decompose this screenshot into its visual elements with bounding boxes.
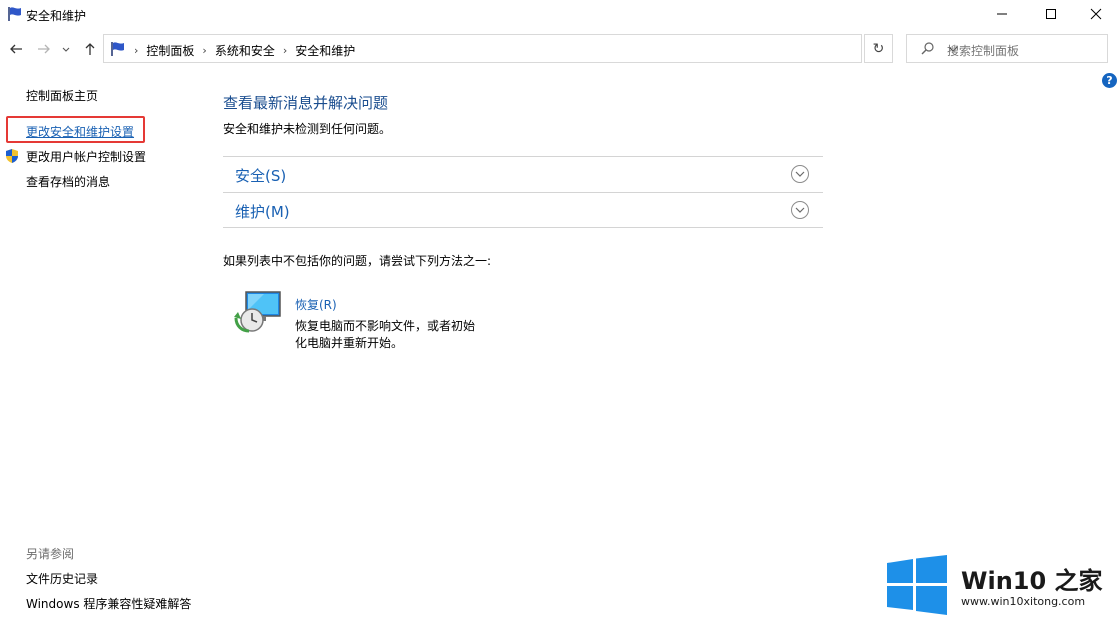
breadcrumb-separator-icon[interactable]: › bbox=[283, 44, 287, 57]
search-icon bbox=[921, 42, 934, 58]
change-uac-settings-link[interactable]: 更改用户帐户控制设置 bbox=[26, 148, 146, 165]
close-button[interactable] bbox=[1073, 0, 1117, 28]
control-panel-flag-icon bbox=[110, 41, 126, 60]
win10-brand-watermark: Win10 之家 www.win10xitong.com bbox=[885, 555, 1117, 627]
search-placeholder: 搜索控制面板 bbox=[947, 44, 1020, 58]
breadcrumb-system-security[interactable]: 系统和安全 bbox=[215, 42, 275, 59]
uac-shield-icon bbox=[4, 148, 20, 167]
forward-arrow-icon bbox=[38, 44, 50, 54]
recent-locations-button[interactable] bbox=[60, 40, 72, 58]
maximize-button[interactable] bbox=[1028, 0, 1074, 28]
compatibility-troubleshooter-link[interactable]: Windows 程序兼容性疑难解答 bbox=[26, 595, 191, 612]
close-icon bbox=[1090, 8, 1102, 20]
breadcrumb-security-maintenance[interactable]: 安全和维护 bbox=[295, 42, 355, 59]
flag-icon bbox=[7, 6, 23, 22]
recovery-link[interactable]: 恢复(R) bbox=[295, 296, 337, 313]
up-arrow-icon bbox=[85, 43, 95, 55]
breadcrumb-control-panel[interactable]: 控制面板 bbox=[146, 42, 194, 59]
brand-url: www.win10xitong.com bbox=[961, 595, 1086, 608]
recovery-icon bbox=[234, 288, 282, 337]
expand-chevron-icon[interactable] bbox=[791, 165, 809, 183]
status-message: 安全和维护未检测到任何问题。 bbox=[223, 122, 392, 136]
maintenance-section-header[interactable]: 维护(M) bbox=[223, 192, 823, 228]
window-title: 安全和维护 bbox=[26, 9, 87, 23]
view-archived-messages-link[interactable]: 查看存档的消息 bbox=[26, 173, 110, 190]
forward-button[interactable] bbox=[35, 40, 53, 58]
expand-chevron-icon[interactable] bbox=[791, 201, 809, 219]
refresh-icon: ↻ bbox=[872, 40, 885, 57]
up-button[interactable] bbox=[81, 40, 99, 58]
back-button[interactable] bbox=[7, 40, 25, 58]
maintenance-section-label: 维护(M) bbox=[235, 203, 290, 221]
breadcrumb-separator-icon[interactable]: › bbox=[202, 44, 206, 57]
control-panel-home-link[interactable]: 控制面板主页 bbox=[26, 87, 98, 104]
minimize-button[interactable] bbox=[979, 0, 1025, 28]
brand-name: Win10 之家 bbox=[961, 567, 1103, 595]
navigation-bar: › 控制面板 › 系统和安全 › 安全和维护 ↻ 搜索控制面板 bbox=[0, 34, 1117, 66]
change-security-maintenance-settings-link[interactable]: 更改安全和维护设置 bbox=[26, 123, 134, 140]
back-arrow-icon bbox=[10, 44, 22, 54]
minimize-icon bbox=[997, 13, 1007, 15]
title-bar: 安全和维护 bbox=[0, 0, 1117, 28]
windows-logo-icon bbox=[885, 555, 949, 618]
security-section-header[interactable]: 安全(S) bbox=[223, 156, 823, 192]
help-button[interactable]: ? bbox=[1102, 73, 1117, 88]
security-section-label: 安全(S) bbox=[235, 167, 287, 185]
refresh-button[interactable]: ↻ bbox=[864, 34, 893, 63]
search-box[interactable]: 搜索控制面板 bbox=[906, 34, 1108, 63]
breadcrumb-separator-icon[interactable]: › bbox=[134, 44, 138, 57]
recovery-description: 恢复电脑而不影响文件，或者初始化电脑并重新开始。 bbox=[295, 319, 476, 350]
see-also-heading: 另请参阅 bbox=[26, 547, 75, 561]
chevron-down-icon bbox=[62, 47, 70, 52]
page-title: 查看最新消息并解决问题 bbox=[223, 94, 389, 112]
maximize-icon bbox=[1046, 9, 1056, 19]
try-options-text: 如果列表中不包括你的问题，请尝试下列方法之一: bbox=[223, 254, 492, 268]
address-bar[interactable]: › 控制面板 › 系统和安全 › 安全和维护 bbox=[103, 34, 958, 63]
file-history-link[interactable]: 文件历史记录 bbox=[26, 570, 98, 587]
